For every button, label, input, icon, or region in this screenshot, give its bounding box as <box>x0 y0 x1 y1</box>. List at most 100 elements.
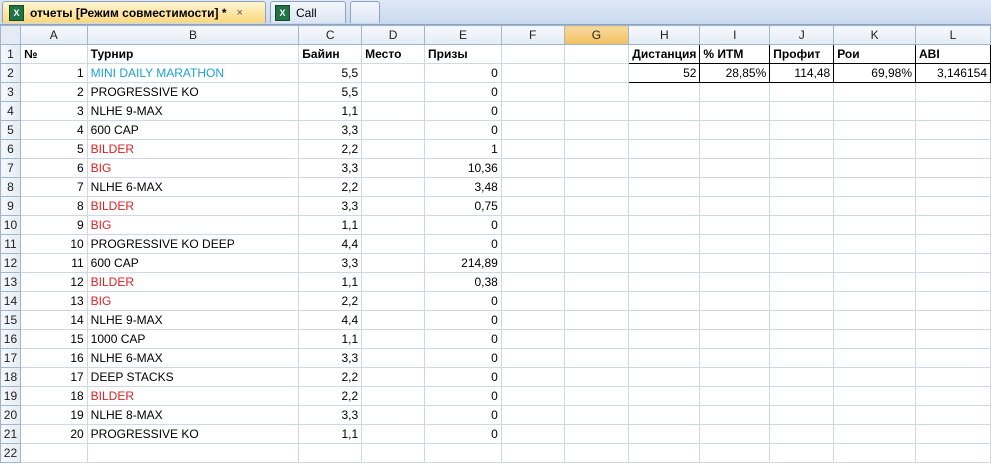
cell-i17[interactable] <box>699 348 771 368</box>
cell-g4[interactable] <box>563 101 630 121</box>
cell-e20[interactable]: 0 <box>424 405 502 425</box>
cell-e6[interactable]: 1 <box>424 139 502 159</box>
row-header[interactable]: 21 <box>0 424 21 444</box>
cell-l12[interactable] <box>915 253 991 273</box>
cell-j6[interactable] <box>769 139 835 159</box>
cell-j22[interactable] <box>769 443 835 463</box>
cell-b3[interactable]: PROGRESSIVE KO <box>86 82 300 102</box>
cell-i18[interactable] <box>699 367 771 387</box>
cell-g13[interactable] <box>563 272 630 292</box>
cell-e11[interactable]: 0 <box>424 234 502 254</box>
row-header[interactable]: 3 <box>0 82 21 102</box>
cell-j4[interactable] <box>769 101 835 121</box>
cell-k12[interactable] <box>833 253 916 273</box>
column-header-h[interactable]: H <box>628 25 701 45</box>
cell-e9[interactable]: 0,75 <box>424 196 502 216</box>
cell-a16[interactable]: 15 <box>19 329 88 349</box>
cell-l10[interactable] <box>915 215 991 235</box>
cell-g14[interactable] <box>563 291 630 311</box>
cell-f21[interactable] <box>500 424 565 444</box>
cell-b9[interactable]: BILDER <box>86 196 300 216</box>
cell-g8[interactable] <box>563 177 630 197</box>
cell-d17[interactable] <box>361 348 426 368</box>
select-all-corner[interactable] <box>0 25 21 45</box>
cell-l15[interactable] <box>915 310 991 330</box>
cell-f15[interactable] <box>500 310 565 330</box>
cell-k18[interactable] <box>833 367 916 387</box>
cell-h6[interactable] <box>628 139 701 159</box>
column-header-g[interactable]: G <box>563 25 630 45</box>
cell-k21[interactable] <box>833 424 916 444</box>
cell-f3[interactable] <box>500 82 565 102</box>
cell-k16[interactable] <box>833 329 916 349</box>
cell-c21[interactable]: 1,1 <box>298 424 363 444</box>
cell-e5[interactable]: 0 <box>424 120 502 140</box>
cell-e1[interactable]: Призы <box>424 44 502 64</box>
row-header[interactable]: 1 <box>0 44 21 64</box>
cell-b5[interactable]: 600 CAP <box>86 120 300 140</box>
cell-e3[interactable]: 0 <box>424 82 502 102</box>
cell-g5[interactable] <box>563 120 630 140</box>
cell-c9[interactable]: 3,3 <box>298 196 363 216</box>
cell-c16[interactable]: 1,1 <box>298 329 363 349</box>
cell-e14[interactable]: 0 <box>424 291 502 311</box>
cell-g19[interactable] <box>563 386 630 406</box>
cell-g10[interactable] <box>563 215 630 235</box>
cell-a18[interactable]: 17 <box>19 367 88 387</box>
cell-e8[interactable]: 3,48 <box>424 177 502 197</box>
cell-l6[interactable] <box>915 139 991 159</box>
cell-c14[interactable]: 2,2 <box>298 291 363 311</box>
cell-i22[interactable] <box>699 443 771 463</box>
cell-a14[interactable]: 13 <box>19 291 88 311</box>
cell-l18[interactable] <box>915 367 991 387</box>
cell-f6[interactable] <box>500 139 565 159</box>
cell-l16[interactable] <box>915 329 991 349</box>
row-header[interactable]: 4 <box>0 101 21 121</box>
cell-k7[interactable] <box>833 158 916 178</box>
row-header[interactable]: 11 <box>0 234 21 254</box>
cell-c17[interactable]: 3,3 <box>298 348 363 368</box>
cell-g12[interactable] <box>563 253 630 273</box>
cell-d16[interactable] <box>361 329 426 349</box>
cell-g22[interactable] <box>563 443 630 463</box>
cell-h11[interactable] <box>628 234 701 254</box>
cell-a22[interactable] <box>19 443 88 463</box>
cell-j18[interactable] <box>769 367 835 387</box>
cell-f17[interactable] <box>500 348 565 368</box>
cell-l7[interactable] <box>915 158 991 178</box>
cell-f7[interactable] <box>500 158 565 178</box>
cell-h7[interactable] <box>628 158 701 178</box>
cell-d18[interactable] <box>361 367 426 387</box>
cell-b17[interactable]: NLHE 6-MAX <box>86 348 300 368</box>
cell-e18[interactable]: 0 <box>424 367 502 387</box>
column-header-b[interactable]: B <box>86 25 300 45</box>
cell-g21[interactable] <box>563 424 630 444</box>
cell-d5[interactable] <box>361 120 426 140</box>
cell-g16[interactable] <box>563 329 630 349</box>
cell-b4[interactable]: NLHE 9-MAX <box>86 101 300 121</box>
cell-b18[interactable]: DEEP STACKS <box>86 367 300 387</box>
cell-c3[interactable]: 5,5 <box>298 82 363 102</box>
cell-b21[interactable]: PROGRESSIVE KO <box>86 424 300 444</box>
column-header-f[interactable]: F <box>500 25 565 45</box>
cell-l8[interactable] <box>915 177 991 197</box>
row-header[interactable]: 7 <box>0 158 21 178</box>
tab-new[interactable] <box>350 1 380 23</box>
cell-a4[interactable]: 3 <box>19 101 88 121</box>
cell-d19[interactable] <box>361 386 426 406</box>
cell-j12[interactable] <box>769 253 835 273</box>
row-header[interactable]: 9 <box>0 196 21 216</box>
cell-j2[interactable]: 114,48 <box>769 63 835 83</box>
column-header-c[interactable]: C <box>298 25 363 45</box>
cell-i21[interactable] <box>699 424 771 444</box>
cell-c15[interactable]: 4,4 <box>298 310 363 330</box>
cell-a7[interactable]: 6 <box>19 158 88 178</box>
tab-call[interactable]: X Call <box>270 1 346 23</box>
column-header-a[interactable]: A <box>19 25 88 45</box>
cell-l17[interactable] <box>915 348 991 368</box>
cell-i16[interactable] <box>699 329 771 349</box>
cell-g9[interactable] <box>563 196 630 216</box>
cell-k20[interactable] <box>833 405 916 425</box>
cell-b10[interactable]: BIG <box>86 215 300 235</box>
cell-f13[interactable] <box>500 272 565 292</box>
